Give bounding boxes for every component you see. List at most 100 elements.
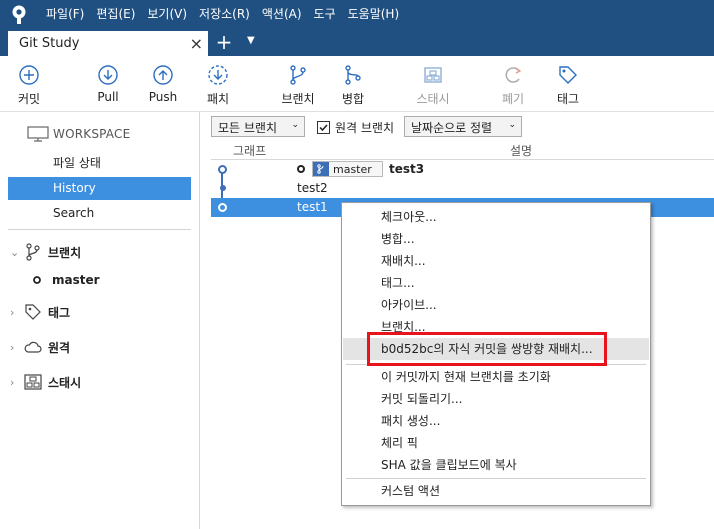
branch-label-tag[interactable]: master: [312, 161, 383, 177]
tag-label: 태그: [556, 92, 580, 106]
stashes-label: 스태시: [48, 375, 82, 390]
menu-item-copy-sha[interactable]: SHA 값을 클립보드에 복사: [343, 454, 649, 476]
chevron-right-icon: ›: [10, 305, 15, 319]
sidebar-branch-master[interactable]: master: [32, 273, 100, 287]
commit-node-icon: [220, 185, 226, 191]
stash-button[interactable]: 스태시: [408, 64, 458, 107]
menubar: 파일(F) 편집(E) 보기(V) 저장소(R) 액션(A) 도구 도움말(H): [0, 0, 714, 29]
sidebar-group-stashes[interactable]: › 스태시: [10, 371, 81, 393]
column-description[interactable]: 설명: [510, 142, 532, 159]
branch-filter-value: 모든 브랜치: [218, 121, 278, 135]
commit-button[interactable]: 커밋: [4, 64, 54, 107]
chevron-right-icon: ›: [10, 340, 15, 354]
new-tab-button[interactable]: +: [214, 31, 234, 53]
column-graph[interactable]: 그래프: [233, 142, 266, 159]
sidebar-group-branches[interactable]: ⌄ 브랜치: [10, 241, 81, 263]
menu-item-cherry-pick[interactable]: 체리 픽: [343, 432, 649, 454]
sidebar-item-search[interactable]: Search: [8, 202, 191, 225]
tab-bar: Git Study × + ▼: [0, 29, 714, 56]
commit-row[interactable]: master test3: [211, 160, 714, 179]
menu-file[interactable]: 파일(F): [40, 0, 90, 29]
menu-item-create-patch[interactable]: 패치 생성...: [343, 410, 649, 432]
fetch-button[interactable]: 패치: [193, 64, 243, 107]
tab-title: Git Study: [19, 36, 80, 51]
current-branch-icon: [33, 276, 41, 284]
branch-filter-select[interactable]: 모든 브랜치 ⌄: [211, 116, 305, 137]
chevron-right-icon: ›: [10, 375, 15, 389]
workspace-label: WORKSPACE: [53, 127, 131, 141]
menu-view[interactable]: 보기(V): [141, 0, 193, 29]
tab-dropdown-icon[interactable]: ▼: [247, 35, 255, 46]
tag-icon: [24, 303, 46, 321]
menu-help[interactable]: 도움말(H): [342, 0, 406, 29]
commit-node-icon: [218, 203, 227, 212]
menu-item-revert-commit[interactable]: 커밋 되돌리기...: [343, 388, 649, 410]
tab-git-study[interactable]: Git Study ×: [8, 31, 208, 56]
branch-icon: [313, 162, 329, 176]
sidebar-group-remotes[interactable]: › 원격: [10, 336, 70, 358]
menu-separator: [346, 478, 646, 479]
sidebar: WORKSPACE 파일 상태 History Search ⌄ 브랜치 mas…: [0, 112, 200, 529]
pull-label: Pull: [97, 90, 119, 104]
commit-label: 커밋: [17, 92, 41, 106]
remote-branches-checkbox[interactable]: 원격 브랜치: [317, 119, 394, 136]
monitor-icon: [27, 126, 49, 142]
arrow-up-circle-icon: [153, 65, 173, 85]
sourcetree-logo-icon: [8, 4, 30, 26]
sort-select[interactable]: 날짜순으로 정렬 ⌄: [404, 116, 522, 137]
toolbar: 커밋 Pull Push 패치 브랜치 병합 스태시 폐기 태그: [0, 56, 714, 112]
checkbox-box: [317, 121, 330, 134]
remotes-label: 원격: [48, 340, 71, 355]
menu-tools[interactable]: 도구: [308, 0, 342, 29]
branches-label: 브랜치: [48, 245, 82, 260]
fetch-label: 패치: [206, 92, 230, 106]
commit-node-icon: [218, 165, 227, 174]
menu-item-custom-actions[interactable]: 커스텀 액션: [343, 480, 649, 502]
branch-label: 브랜치: [281, 92, 315, 106]
arrow-down-circle-icon: [98, 65, 118, 85]
discard-label: 폐기: [501, 92, 525, 106]
merge-label: 병합: [341, 92, 365, 106]
commit-list-header: 그래프 설명: [211, 140, 714, 160]
sidebar-item-history[interactable]: History: [8, 177, 191, 200]
tab-close-icon[interactable]: ×: [190, 34, 203, 53]
merge-button[interactable]: 병합: [328, 64, 378, 107]
branch-button[interactable]: 브랜치: [273, 64, 323, 107]
menu-item-archive[interactable]: 아카이브...: [343, 294, 649, 316]
stash-icon: [424, 67, 442, 83]
menu-edit[interactable]: 편집(E): [90, 0, 141, 29]
commit-row[interactable]: test2: [211, 179, 714, 198]
head-marker-icon: [297, 165, 305, 173]
checkmark-icon: [319, 124, 328, 132]
menu-repository[interactable]: 저장소(R): [193, 0, 256, 29]
menu-item-reset-branch[interactable]: 이 커밋까지 현재 브랜치를 초기화: [343, 366, 649, 388]
merge-icon: [345, 65, 361, 85]
branch-icon: [24, 243, 46, 261]
pull-button[interactable]: Pull: [83, 64, 133, 104]
tags-label: 태그: [48, 305, 71, 320]
tag-icon: [559, 66, 577, 84]
plus-circle-icon: [19, 65, 39, 85]
branch-name: master: [52, 273, 100, 287]
push-button[interactable]: Push: [138, 64, 188, 104]
menu-actions[interactable]: 액션(A): [256, 0, 308, 29]
discard-button[interactable]: 폐기: [488, 64, 538, 107]
cloud-icon: [24, 340, 46, 354]
sidebar-item-file-status[interactable]: 파일 상태: [8, 152, 191, 175]
tag-button[interactable]: 태그: [543, 64, 593, 107]
menu-item-tag[interactable]: 태그...: [343, 272, 649, 294]
sidebar-divider: [8, 229, 191, 230]
chevron-down-icon: ⌄: [291, 120, 299, 130]
commit-message: test3: [389, 162, 425, 176]
workspace-header: WORKSPACE: [27, 126, 130, 142]
chevron-down-icon: ⌄: [508, 120, 516, 130]
stash-label: 스태시: [416, 92, 450, 106]
menu-item-checkout[interactable]: 체크아웃...: [343, 206, 649, 228]
remote-branches-label: 원격 브랜치: [335, 121, 395, 135]
sort-value: 날짜순으로 정렬: [411, 121, 493, 135]
menu-item-rebase[interactable]: 재배치...: [343, 250, 649, 272]
menu-item-merge[interactable]: 병합...: [343, 228, 649, 250]
branch-tag-name: master: [333, 162, 372, 176]
sidebar-group-tags[interactable]: › 태그: [10, 301, 70, 323]
highlight-annotation-box: [367, 332, 607, 366]
